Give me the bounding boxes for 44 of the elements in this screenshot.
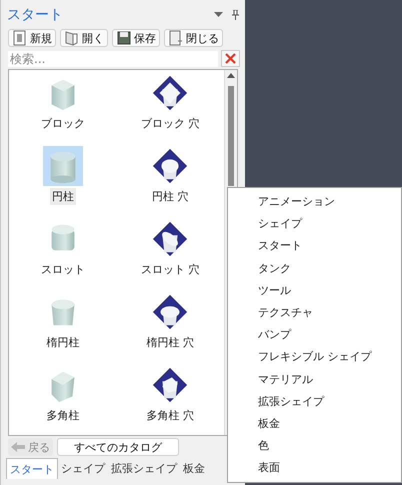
shape-label[interactable]: スロット 穴 <box>139 261 202 278</box>
catalog-tab[interactable]: 板金 <box>180 458 208 479</box>
menu-item[interactable]: バンプ <box>228 324 401 346</box>
shape-label[interactable]: スロット <box>38 261 87 278</box>
folder-icon <box>64 30 79 46</box>
menu-item[interactable]: タンク <box>228 258 401 280</box>
pin-icon[interactable] <box>232 10 239 20</box>
menu-item[interactable]: ツール <box>228 280 401 302</box>
shape-label[interactable]: 楕円柱 穴 <box>144 334 196 351</box>
catalog-tab[interactable]: シェイプ <box>58 458 108 479</box>
menu-item[interactable]: 色 <box>228 435 401 458</box>
dropdown-icon[interactable] <box>214 12 223 18</box>
menu-item[interactable]: スタート <box>228 235 401 258</box>
menu-item[interactable]: 拡張シェイプ <box>228 390 401 413</box>
shape-label[interactable]: ブロック <box>38 115 87 132</box>
all-catalogs-button[interactable]: すべてのカタログ <box>57 438 179 456</box>
scroll-up-icon[interactable] <box>227 73 235 78</box>
document-icon <box>12 30 27 46</box>
menu-item[interactable]: テクスチャ <box>228 302 401 324</box>
shape-label[interactable]: 円柱 穴 <box>150 188 190 205</box>
menu-item[interactable]: マテリアル <box>228 368 401 391</box>
menu-item[interactable]: アニメーション <box>228 191 401 214</box>
shape-label[interactable]: 多角柱 <box>44 407 82 424</box>
left-arrow-icon <box>11 442 25 452</box>
menu-item[interactable]: シェイプ <box>228 213 401 236</box>
close-icon <box>225 53 236 64</box>
menu-item[interactable]: フレキシブル シェイプ <box>228 346 401 368</box>
catalog-tab[interactable]: スタート <box>6 458 58 479</box>
toolbar-button[interactable]: 開く <box>60 29 108 47</box>
shape-label[interactable]: ブロック 穴 <box>139 115 202 132</box>
clear-search-button[interactable] <box>221 50 240 67</box>
toolbar-button[interactable]: 保存 <box>112 29 160 47</box>
panel-title: スタート <box>7 6 64 24</box>
shape-label[interactable]: 多角柱 穴 <box>144 407 196 424</box>
toolbar-button[interactable]: 新規 <box>8 29 56 47</box>
catalog-tab[interactable]: 拡張シェイプ <box>108 458 180 479</box>
shape-label[interactable]: 円柱 <box>50 188 76 205</box>
search-field[interactable]: 検索... <box>8 50 218 66</box>
page-exit-icon <box>168 30 183 46</box>
shape-label[interactable]: 楕円柱 <box>44 334 82 351</box>
scrollbar-thumb[interactable] <box>228 86 234 186</box>
toolbar-button[interactable]: 閉じる <box>164 29 223 47</box>
menu-item[interactable]: 板金 <box>228 412 401 436</box>
menu-item[interactable]: 表面 <box>228 457 401 480</box>
